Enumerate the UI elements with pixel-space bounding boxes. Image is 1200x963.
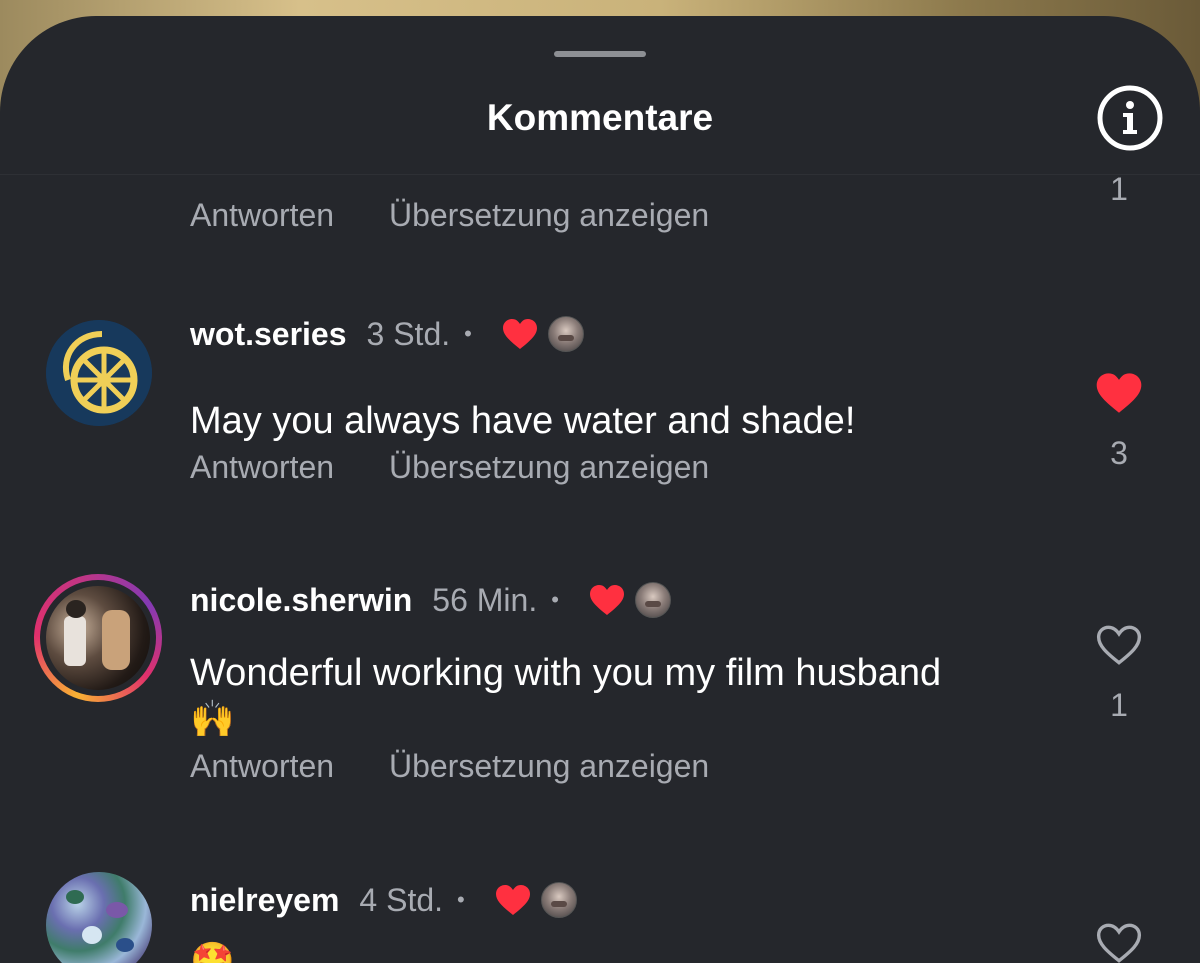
separator-dot: • <box>551 587 559 612</box>
avatar <box>46 586 150 690</box>
username[interactable]: nielreyem <box>190 880 339 920</box>
comment-meta: wot.series 3 Std. • <box>190 314 584 354</box>
like-column: 1 <box>1090 170 1148 208</box>
creator-heart-icon <box>495 885 530 915</box>
comment-meta: nicole.sherwin 56 Min. • <box>190 580 671 620</box>
timestamp: 3 Std. <box>366 316 451 352</box>
comment-actions: Antworten Übersetzung anzeigen <box>190 747 709 785</box>
raising-hands-emoji: 🙌 <box>190 699 235 740</box>
show-translation-button[interactable]: Übersetzung anzeigen <box>389 448 709 486</box>
avatar[interactable] <box>46 872 152 963</box>
comment-actions: Antworten Übersetzung anzeigen <box>190 196 709 234</box>
header-divider <box>0 174 1200 175</box>
like-count: 1 <box>1110 171 1128 207</box>
separator-dot: • <box>464 321 472 346</box>
like-count: 3 <box>1110 435 1128 471</box>
reply-button[interactable]: Antworten <box>190 448 334 486</box>
like-column: 3 <box>1090 372 1148 472</box>
reply-button[interactable]: Antworten <box>190 747 334 785</box>
wheel-logo-icon <box>46 320 152 426</box>
comments-sheet: Kommentare 1 Antworten Übersetzung anzei… <box>0 16 1200 963</box>
drag-handle[interactable] <box>554 51 646 57</box>
heart-outline-icon[interactable] <box>1095 922 1143 963</box>
comment-meta: nielreyem 4 Std. • <box>190 880 577 920</box>
comment-actions: Antworten Übersetzung anzeigen <box>190 448 709 486</box>
heart-filled-icon[interactable] <box>1095 372 1143 414</box>
timestamp: 56 Min. <box>432 582 538 618</box>
username[interactable]: nicole.sherwin <box>190 580 412 620</box>
story-ring[interactable] <box>34 574 162 702</box>
creator-avatar <box>547 316 584 352</box>
avatar[interactable] <box>46 320 152 426</box>
reply-button[interactable]: Antworten <box>190 196 334 234</box>
creator-avatar <box>540 882 577 918</box>
like-count: 1 <box>1110 687 1128 723</box>
show-translation-button[interactable]: Übersetzung anzeigen <box>389 747 709 785</box>
star-struck-emoji: 🤩 <box>190 941 235 963</box>
timestamp: 4 Std. <box>359 882 444 918</box>
creator-avatar <box>634 582 671 618</box>
like-column <box>1090 922 1148 963</box>
comment-text: Wonderful working with you my film husba… <box>190 652 942 694</box>
heart-outline-icon[interactable] <box>1095 624 1143 666</box>
like-column: 1 <box>1090 624 1148 724</box>
info-icon[interactable] <box>1096 84 1164 152</box>
username[interactable]: wot.series <box>190 314 347 354</box>
comment-text: May you always have water and shade! <box>190 400 856 442</box>
sheet-title: Kommentare <box>486 97 714 138</box>
creator-heart-icon <box>589 585 624 615</box>
separator-dot: • <box>457 887 465 912</box>
creator-heart-icon <box>502 319 537 349</box>
show-translation-button[interactable]: Übersetzung anzeigen <box>389 196 709 234</box>
